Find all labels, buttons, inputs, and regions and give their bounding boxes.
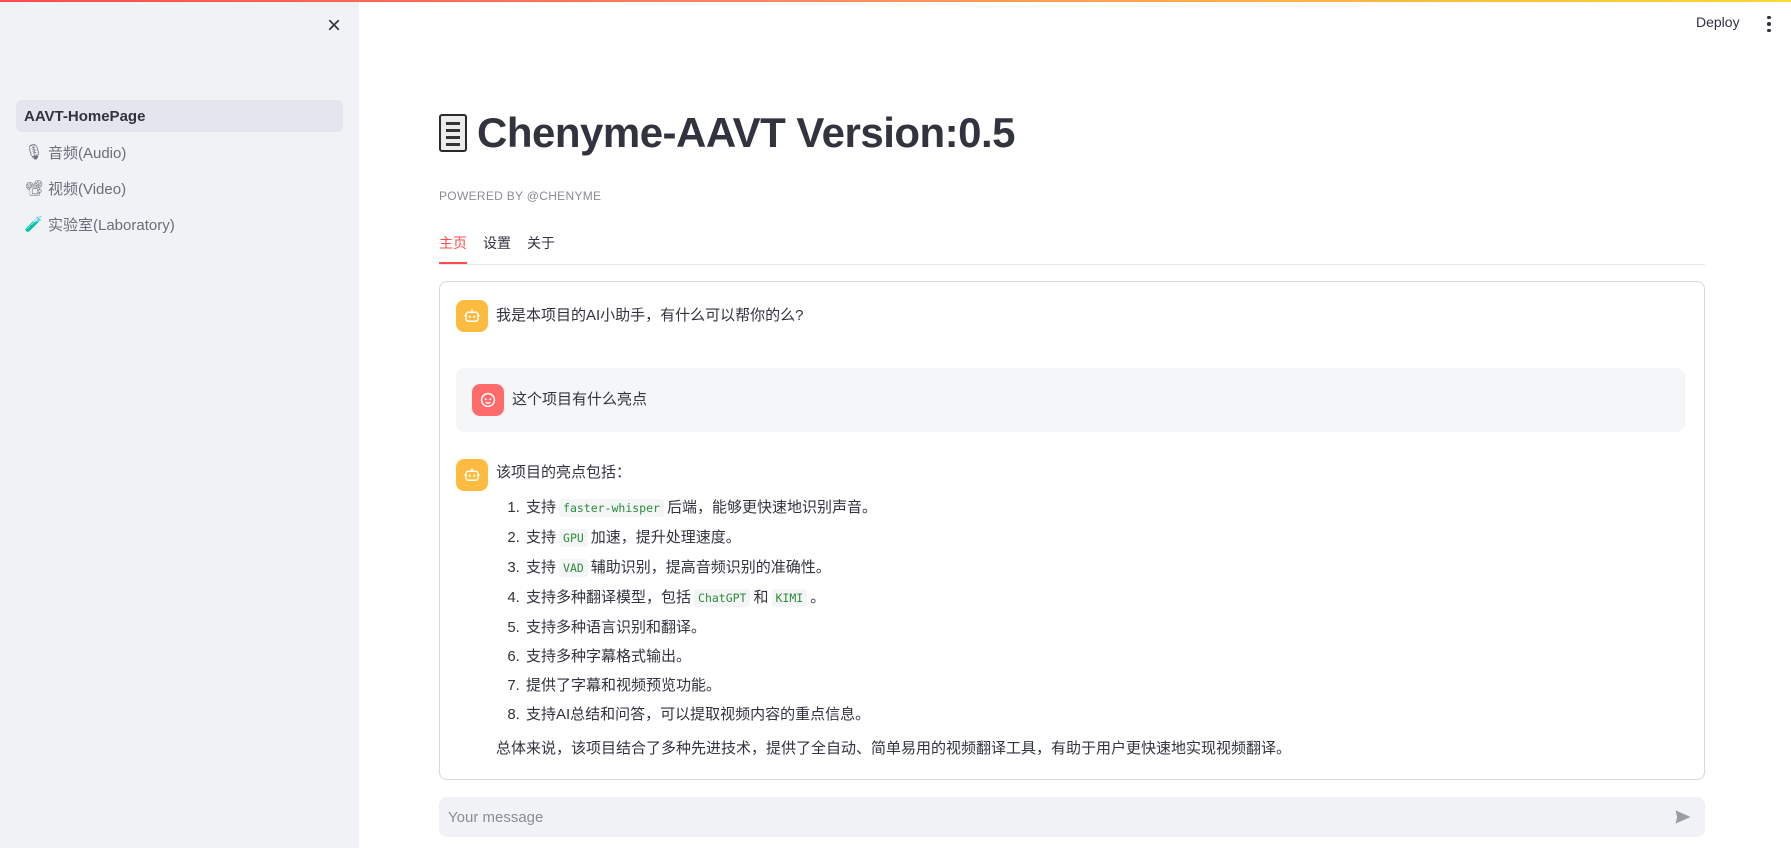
main-menu-icon[interactable] <box>1762 14 1776 34</box>
message-text: 这个项目有什么亮点 <box>512 391 648 408</box>
inline-code: VAD <box>559 559 588 577</box>
chat-input-box <box>439 797 1705 837</box>
list-item: 支持多种字幕格式输出。 <box>524 642 1685 671</box>
assistant-message: 该项目的亮点包括： 支持faster-whisper后端，能够更快速地识别声音。… <box>456 457 1685 763</box>
message-text: 我是本项目的AI小助手，有什么可以帮你的么? <box>496 307 804 324</box>
sidebar-nav: AAVT-HomePage 🎙 音频(Audio) 📽 视频(Video) 🧪 … <box>16 100 343 244</box>
list-item: 支持AI总结和问答，可以提取视频内容的重点信息。 <box>524 700 1685 729</box>
answer-intro: 该项目的亮点包括： <box>496 464 632 481</box>
list-item: 支持GPU加速，提升处理速度。 <box>524 523 1685 553</box>
microphone-icon: 🎙 <box>24 144 44 161</box>
list-item: 提供了字幕和视频预览功能。 <box>524 671 1685 700</box>
sidebar-item-audio[interactable]: 🎙 音频(Audio) <box>16 136 343 168</box>
sidebar-item-label: 视频(Video) <box>48 180 127 198</box>
sidebar-item-homepage[interactable]: AAVT-HomePage <box>16 100 343 132</box>
sidebar: × AAVT-HomePage 🎙 音频(Audio) 📽 视频(Video) … <box>0 0 359 848</box>
film-projector-icon: 📽 <box>24 180 44 197</box>
list-item: 支持多种翻译模型，包括ChatGPT和KIMI。 <box>524 583 1685 613</box>
list-item: 支持faster-whisper后端，能够更快速地识别声音。 <box>524 493 1685 523</box>
sidebar-item-label: 实验室(Laboratory) <box>48 216 175 234</box>
assistant-message: 我是本项目的AI小助手，有什么可以帮你的么? <box>456 300 1685 332</box>
sidebar-item-label: 音频(Audio) <box>48 144 127 162</box>
page-header: Chenyme-AAVT Version:0.5 <box>439 109 1016 156</box>
answer-summary: 总体来说，该项目结合了多种先进技术，提供了全自动、简单易用的视频翻译工具，有助于… <box>496 740 1292 757</box>
page-title: Chenyme-AAVT Version:0.5 <box>477 109 1016 156</box>
top-decoration-bar <box>0 0 1791 2</box>
message-body: 该项目的亮点包括： 支持faster-whisper后端，能够更快速地识别声音。… <box>496 457 1685 763</box>
pager-icon <box>439 114 467 152</box>
tab-bar: 主页 设置 关于 <box>439 232 1705 265</box>
page-subtitle: POWERED BY @CHENYME <box>439 189 602 203</box>
tab-home[interactable]: 主页 <box>439 232 467 264</box>
message-input[interactable] <box>439 797 1671 837</box>
user-message: 这个项目有什么亮点 <box>456 368 1685 432</box>
inline-code: KIMI <box>771 589 808 607</box>
main-content: Chenyme-AAVT Version:0.5 POWERED BY @CHE… <box>439 0 1705 848</box>
user-avatar-icon <box>472 384 504 416</box>
list-item: 支持多种语言识别和翻译。 <box>524 613 1685 642</box>
send-icon[interactable] <box>1671 805 1695 829</box>
list-item: 支持VAD辅助识别，提高音频识别的准确性。 <box>524 553 1685 583</box>
tab-about[interactable]: 关于 <box>527 232 555 263</box>
inline-code: ChatGPT <box>694 589 751 607</box>
test-tube-icon: 🧪 <box>24 216 44 233</box>
tab-settings[interactable]: 设置 <box>483 232 511 263</box>
bot-avatar-icon <box>456 300 488 332</box>
highlight-list: 支持faster-whisper后端，能够更快速地识别声音。 支持GPU加速，提… <box>496 493 1685 729</box>
inline-code: faster-whisper <box>559 499 664 517</box>
inline-code: GPU <box>559 529 588 547</box>
chat-container[interactable]: 我是本项目的AI小助手，有什么可以帮你的么? 这个项目有什么亮点 该项目的亮点包… <box>439 281 1705 780</box>
bot-avatar-icon <box>456 459 488 491</box>
close-icon[interactable]: × <box>322 14 346 38</box>
sidebar-item-label: AAVT-HomePage <box>24 107 146 125</box>
sidebar-item-laboratory[interactable]: 🧪 实验室(Laboratory) <box>16 208 343 240</box>
sidebar-item-video[interactable]: 📽 视频(Video) <box>16 172 343 204</box>
